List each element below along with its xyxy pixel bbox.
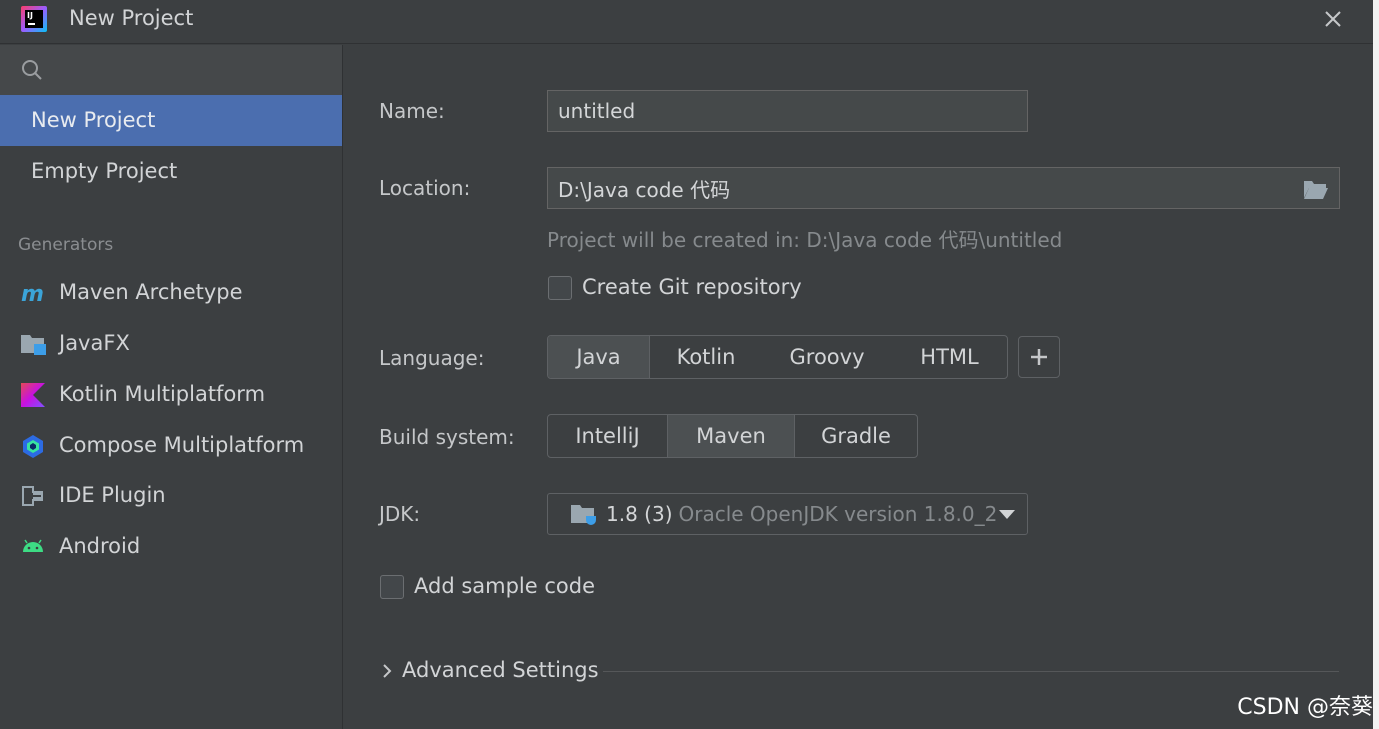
advanced-settings-label: Advanced Settings — [402, 658, 599, 682]
compose-icon — [23, 435, 43, 458]
generator-label: Android — [59, 534, 141, 558]
sidebar-item-empty-project[interactable]: Empty Project — [0, 146, 342, 197]
window-title: New Project — [69, 6, 194, 30]
git-checkbox-label: Create Git repository — [582, 275, 802, 299]
sidebar-item-new-project[interactable]: New Project — [0, 95, 342, 146]
location-label: Location: — [379, 176, 471, 200]
language-option-kotlin[interactable]: Kotlin — [650, 336, 762, 378]
jdk-dropdown[interactable]: 1.8 (3) Oracle OpenJDK version 1.8.0_2 — [547, 493, 1028, 535]
name-field[interactable]: untitled — [547, 90, 1028, 132]
build-option-maven[interactable]: Maven — [668, 415, 795, 457]
chevron-down-icon — [999, 510, 1015, 519]
language-option-java[interactable]: Java — [548, 336, 650, 378]
build-system-selector: IntelliJ Maven Gradle — [547, 414, 918, 458]
name-value: untitled — [558, 99, 636, 123]
language-option-html[interactable]: HTML — [892, 336, 1007, 378]
generator-label: Kotlin Multiplatform — [59, 382, 266, 406]
title-bar: IJ New Project — [0, 0, 1373, 44]
build-system-label: Build system: — [379, 425, 515, 449]
maven-icon: m — [21, 282, 44, 306]
jdk-folder-icon — [571, 505, 596, 525]
name-label: Name: — [379, 99, 445, 123]
git-checkbox[interactable] — [548, 276, 572, 300]
add-language-button[interactable] — [1018, 336, 1060, 378]
chevron-right-icon — [383, 664, 392, 678]
generator-javafx[interactable]: JavaFX — [0, 321, 342, 365]
location-value: D:\Java code 代码 — [558, 177, 731, 202]
location-field[interactable]: D:\Java code 代码 — [547, 167, 1340, 209]
sample-code-checkbox[interactable] — [380, 575, 404, 599]
close-icon — [1325, 11, 1341, 27]
intellij-app-icon: IJ — [21, 6, 47, 32]
generator-label: JavaFX — [59, 331, 130, 355]
window-edge — [1373, 0, 1379, 729]
sample-code-label: Add sample code — [414, 574, 596, 598]
plugin-icon — [22, 486, 43, 506]
watermark: CSDN @奈葵 — [1237, 695, 1373, 720]
location-hint: Project will be created in: D:\Java code… — [547, 228, 1063, 252]
generator-maven-archetype[interactable]: m Maven Archetype — [0, 270, 342, 314]
language-selector: Java Kotlin Groovy HTML — [547, 335, 1008, 379]
generator-kotlin-multiplatform[interactable]: Kotlin Multiplatform — [0, 372, 342, 416]
sidebar: New Project Empty Project Generators m M… — [0, 45, 343, 729]
javafx-icon — [21, 335, 46, 355]
generator-label: IDE Plugin — [59, 483, 166, 507]
language-option-groovy[interactable]: Groovy — [762, 336, 892, 378]
generators-header: Generators — [18, 235, 114, 255]
language-label: Language: — [379, 346, 485, 370]
advanced-settings-toggle[interactable]: Advanced Settings — [382, 658, 599, 682]
sidebar-search[interactable] — [0, 45, 342, 95]
generator-label: Maven Archetype — [59, 280, 243, 304]
build-option-gradle[interactable]: Gradle — [795, 415, 917, 457]
jdk-description: Oracle OpenJDK version 1.8.0_2 — [678, 502, 997, 526]
close-button[interactable] — [1319, 5, 1347, 33]
advanced-divider — [603, 671, 1339, 672]
jdk-version: 1.8 (3) — [606, 502, 673, 526]
search-icon — [22, 60, 42, 80]
generator-label: Compose Multiplatform — [59, 433, 305, 457]
plus-icon — [1031, 349, 1047, 365]
build-option-intellij[interactable]: IntelliJ — [548, 415, 668, 457]
android-icon — [23, 539, 43, 552]
jdk-label: JDK: — [379, 502, 421, 526]
generator-android[interactable]: Android — [0, 524, 342, 568]
svg-text:m: m — [21, 282, 44, 306]
kotlin-icon — [21, 383, 45, 407]
generator-compose-multiplatform[interactable]: Compose Multiplatform — [0, 423, 342, 467]
project-form: Name: untitled Location: D:\Java code 代码… — [344, 45, 1379, 729]
generator-ide-plugin[interactable]: IDE Plugin — [0, 473, 342, 517]
folder-open-icon[interactable] — [1303, 178, 1329, 200]
